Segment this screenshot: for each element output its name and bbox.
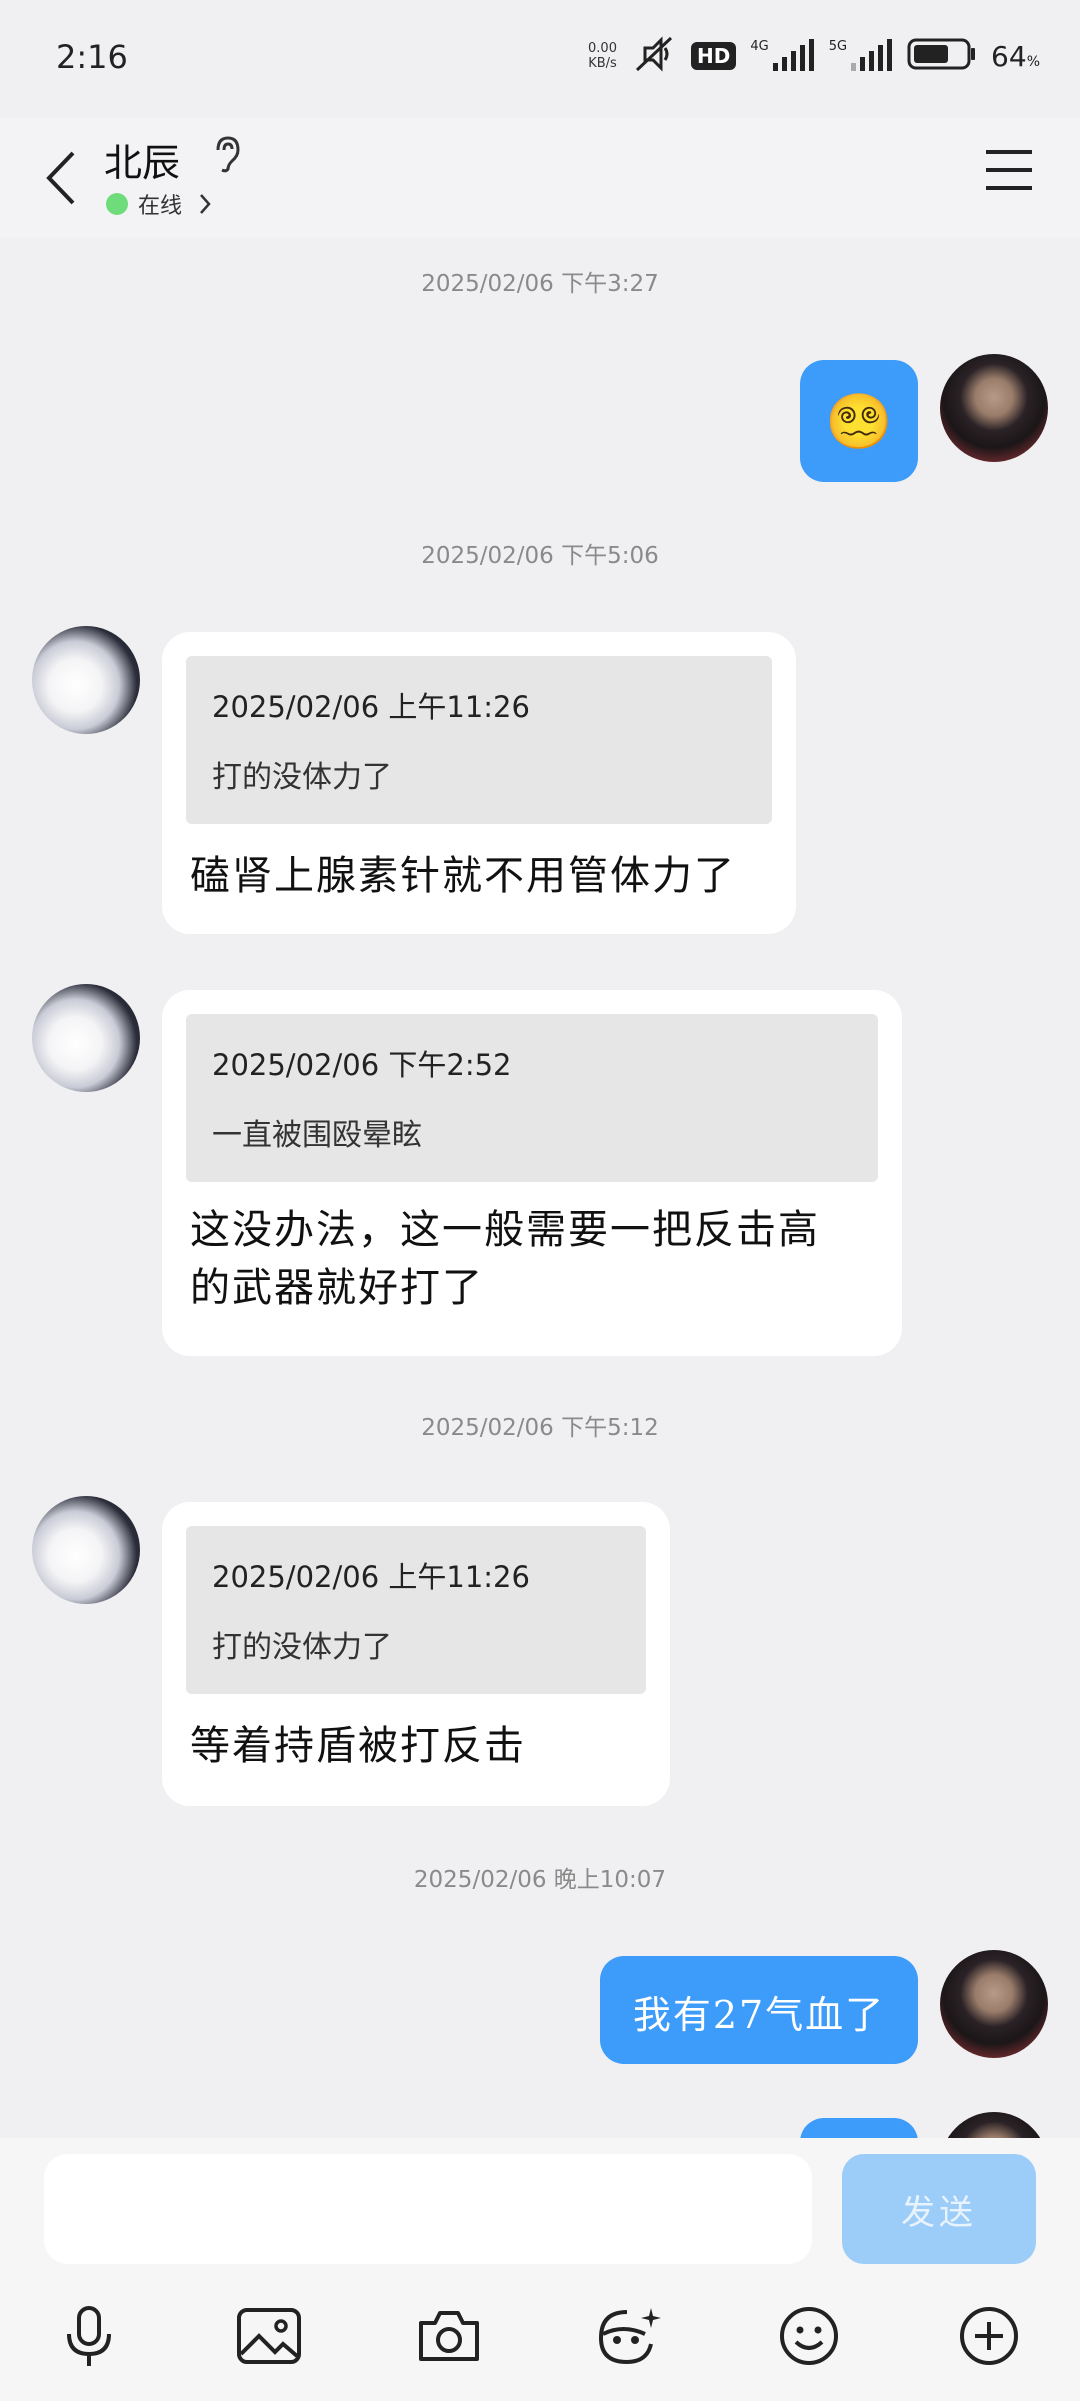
online-dot-icon: [106, 193, 128, 215]
emoji-button[interactable]: [764, 2296, 854, 2376]
quote-timestamp: 2025/02/06 下午2:52: [212, 1048, 512, 1082]
quote-timestamp: 2025/02/06 上午11:26: [212, 1560, 530, 1594]
back-button[interactable]: [30, 140, 90, 216]
sent-emoji-bubble[interactable]: 😵‍💫: [800, 360, 918, 482]
mute-icon: [631, 34, 677, 78]
sent-message-text: 我有27气血了: [632, 1993, 886, 2037]
quote-text: 一直被围殴晕眩: [212, 1118, 422, 1153]
signal-5g-icon: 5G: [829, 39, 893, 73]
hd-badge: HD: [690, 42, 737, 70]
sticker-button[interactable]: [584, 2296, 674, 2376]
camera-button[interactable]: [404, 2296, 494, 2376]
status-icons: 0.00 KB/s HD 4G 5G 64%: [588, 34, 1040, 78]
ear-icon: [210, 134, 244, 178]
quoted-message[interactable]: 2025/02/06 上午11:26 打的没体力了: [186, 1526, 646, 1694]
composer-area: 发送: [0, 2138, 1080, 2401]
emoji-icon: [780, 2307, 838, 2365]
image-icon: [237, 2308, 301, 2364]
contact-avatar[interactable]: [32, 626, 140, 734]
microphone-icon: [67, 2306, 111, 2366]
send-button[interactable]: 发送: [842, 2154, 1036, 2264]
network-speed: 0.00 KB/s: [588, 41, 617, 71]
message-timestamp: 2025/02/06 下午5:12: [421, 1415, 659, 1441]
received-message[interactable]: 2025/02/06 上午11:26 打的没体力了 等着持盾被打反击: [162, 1502, 670, 1806]
quote-timestamp: 2025/02/06 上午11:26: [212, 690, 530, 724]
chevron-right-icon: [200, 194, 211, 214]
reply-text-line: 这没办法，这一般需要一把反击高: [190, 1207, 820, 1253]
message-input[interactable]: [44, 2154, 812, 2264]
quote-text: 打的没体力了: [212, 1630, 392, 1665]
battery-icon: [907, 37, 977, 75]
reply-text: 等着持盾被打反击: [190, 1723, 526, 1769]
battery-percent: 64%: [991, 39, 1040, 73]
quoted-message[interactable]: 2025/02/06 上午11:26 打的没体力了: [186, 656, 772, 824]
my-avatar[interactable]: [940, 1950, 1048, 2058]
sent-message[interactable]: 我有27气血了: [600, 1956, 918, 2064]
chat-header: 北辰 在线: [0, 118, 1080, 238]
status-bar: 2:16 0.00 KB/s HD 4G 5G 64%: [0, 0, 1080, 118]
more-button[interactable]: [944, 2296, 1034, 2376]
reply-text-line: 的武器就好打了: [190, 1265, 484, 1311]
clock: 2:16: [56, 38, 128, 76]
contact-avatar[interactable]: [32, 984, 140, 1092]
received-message[interactable]: 2025/02/06 下午2:52 一直被围殴晕眩 这没办法，这一般需要一把反击…: [162, 990, 902, 1356]
quote-text: 打的没体力了: [212, 760, 392, 795]
menu-button[interactable]: [984, 148, 1034, 196]
message-timestamp: 2025/02/06 下午3:27: [421, 271, 659, 297]
reply-text: 磕肾上腺素针就不用管体力了: [190, 853, 736, 899]
message-list[interactable]: 2025/02/06 下午3:27 😵‍💫 2025/02/06 下午5:06 …: [0, 238, 1080, 2138]
plus-icon: [960, 2307, 1018, 2365]
received-message[interactable]: 2025/02/06 上午11:26 打的没体力了 磕肾上腺素针就不用管体力了: [162, 632, 796, 934]
sent-message-partial[interactable]: [800, 2118, 918, 2138]
online-status[interactable]: 在线: [106, 188, 212, 220]
message-timestamp: 2025/02/06 下午5:06: [421, 543, 659, 569]
voice-button[interactable]: [44, 2296, 134, 2376]
contact-avatar[interactable]: [32, 1496, 140, 1604]
sticker-icon: [598, 2308, 661, 2365]
my-avatar[interactable]: [940, 354, 1048, 462]
back-arrow-icon: [46, 151, 75, 205]
signal-4g-icon: 4G: [750, 39, 814, 73]
gallery-button[interactable]: [224, 2296, 314, 2376]
dizzy-face-emoji: 😵‍💫: [825, 390, 893, 453]
message-timestamp: 2025/02/06 晚上10:07: [413, 1867, 667, 1893]
contact-name[interactable]: 北辰: [104, 132, 180, 187]
my-avatar[interactable]: [940, 2112, 1048, 2138]
camera-icon: [419, 2311, 479, 2361]
hamburger-menu-icon: [986, 150, 1032, 190]
quoted-message[interactable]: 2025/02/06 下午2:52 一直被围殴晕眩: [186, 1014, 878, 1182]
